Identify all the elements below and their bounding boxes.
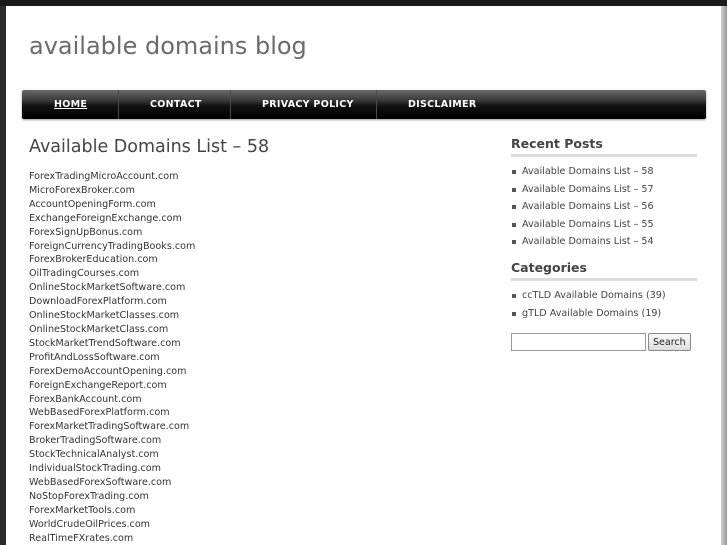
square-bullet-icon: [512, 187, 516, 192]
domain-list: ForexTradingMicroAccount.com MicroForexB…: [29, 170, 195, 545]
domain-item: WebBasedForexSoftware.com: [29, 476, 172, 488]
square-bullet-icon: [512, 170, 516, 174]
domain-item: DownloadForexPlatform.com: [29, 296, 167, 308]
domain-item: ForeignCurrencyTradingBooks.com: [29, 240, 196, 252]
domain-item: OnlineStockMarketClass.com: [29, 323, 169, 335]
domain-item: NoStopForexTrading.com: [29, 490, 149, 502]
domain-item: ForexSignUpBonus.com: [29, 226, 143, 238]
domain-item: IndividualStockTrading.com: [29, 463, 162, 475]
domain-item: ProfitAndLossSoftware.com: [29, 351, 160, 363]
square-bullet-icon: [512, 293, 516, 298]
search-button[interactable]: Search: [648, 333, 691, 352]
nav-item-home[interactable]: HOME: [54, 90, 87, 119]
search-form: Search: [511, 333, 697, 352]
domain-item: ExchangeForeignExchange.com: [29, 212, 182, 224]
list-item: Available Domains List – 57: [511, 181, 697, 199]
domain-item: OnlineStockMarketClasses.com: [29, 310, 180, 322]
list-item: gTLD Available Domains (19): [511, 305, 697, 323]
domain-item: WebBasedForexPlatform.com: [29, 407, 170, 419]
domain-item: WorldCrudeOilPrices.com: [29, 518, 151, 530]
categories-list: ccTLD Available Domains (39) gTLD Availa…: [511, 287, 697, 322]
list-item: Available Domains List – 55: [511, 216, 697, 234]
square-bullet-icon: [512, 222, 516, 227]
main-navigation: HOME CONTACT PRIVACY POLICY DISCLAIMER: [22, 90, 706, 119]
recent-post-link[interactable]: Available Domains List – 55: [522, 219, 654, 230]
recent-post-link[interactable]: Available Domains List – 54: [522, 236, 654, 247]
domain-item: StockTechnicalAnalyst.com: [29, 449, 159, 461]
square-bullet-icon: [512, 205, 516, 210]
recent-post-link[interactable]: Available Domains List – 56: [522, 201, 654, 212]
domain-item: ForexMarketTools.com: [29, 504, 136, 516]
list-item: Available Domains List – 56: [511, 198, 697, 216]
sidebar: Recent Posts Available Domains List – 58…: [511, 136, 697, 352]
list-item: ccTLD Available Domains (39): [511, 287, 697, 305]
page-container: available domains blog HOME CONTACT PRIV…: [6, 6, 721, 545]
categories-title: Categories: [511, 260, 697, 281]
domain-item: ForexTradingMicroAccount.com: [29, 171, 179, 182]
recent-posts-title: Recent Posts: [511, 136, 697, 157]
recent-posts-widget: Recent Posts Available Domains List – 58…: [511, 136, 697, 251]
category-link[interactable]: gTLD Available Domains (19): [522, 308, 661, 319]
list-item: Available Domains List – 58: [511, 163, 697, 181]
domain-item: StockMarketTrendSoftware.com: [29, 337, 181, 349]
domain-item: OnlineStockMarketSoftware.com: [29, 282, 186, 294]
domain-item: OilTradingCourses.com: [29, 268, 140, 280]
page-right-edge: [721, 6, 727, 545]
domain-item: ForexDemoAccountOpening.com: [29, 365, 187, 377]
domain-item: AccountOpeningForm.com: [29, 198, 156, 210]
nav-separator: [118, 90, 119, 119]
domain-item: RealTimeFXrates.com: [29, 532, 134, 544]
search-input[interactable]: [511, 333, 646, 352]
post-title[interactable]: Available Domains List – 58: [29, 137, 269, 157]
recent-posts-list: Available Domains List – 58 Available Do…: [511, 163, 697, 251]
domain-item: ForexMarketTradingSoftware.com: [29, 421, 190, 433]
category-link[interactable]: ccTLD Available Domains (39): [522, 290, 666, 301]
nav-item-privacy-policy[interactable]: PRIVACY POLICY: [262, 90, 354, 119]
list-item: Available Domains List – 54: [511, 233, 697, 251]
site-title[interactable]: available domains blog: [29, 32, 307, 60]
domain-item: ForexBankAccount.com: [29, 393, 142, 405]
recent-post-link[interactable]: Available Domains List – 57: [522, 184, 654, 195]
square-bullet-icon: [512, 311, 516, 316]
recent-post-link[interactable]: Available Domains List – 58: [522, 166, 654, 177]
domain-item: BrokerTradingSoftware.com: [29, 435, 162, 447]
nav-separator: [376, 90, 377, 119]
categories-widget: Categories ccTLD Available Domains (39) …: [511, 260, 697, 322]
nav-separator: [230, 90, 231, 119]
nav-item-contact[interactable]: CONTACT: [150, 90, 202, 119]
domain-item: ForexBrokerEducation.com: [29, 254, 158, 266]
domain-item: MicroForexBroker.com: [29, 184, 135, 196]
square-bullet-icon: [512, 240, 516, 245]
domain-item: ForeignExchangeReport.com: [29, 379, 167, 391]
nav-item-disclaimer[interactable]: DISCLAIMER: [408, 90, 476, 119]
